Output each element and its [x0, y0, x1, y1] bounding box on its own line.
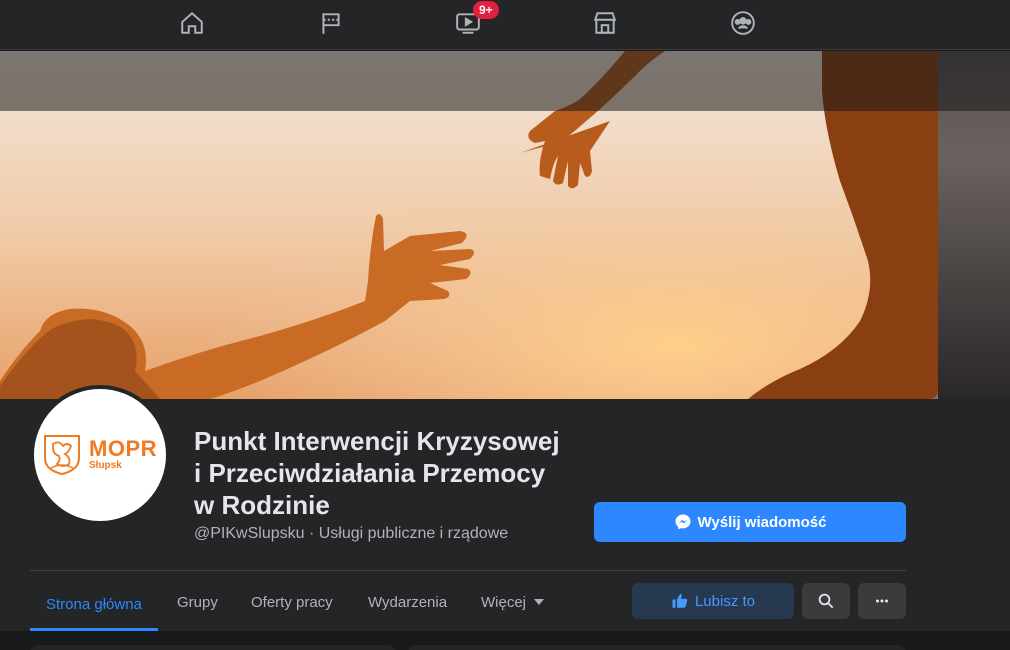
logo-name: MOPR: [89, 436, 157, 461]
more-options-button[interactable]: [858, 583, 906, 619]
page-handle-category: @PIKwSlupsku · Usługi publiczne i rządow…: [194, 525, 509, 542]
search-button[interactable]: [802, 583, 850, 619]
mopr-logo: MOPR Słupsk: [43, 434, 157, 476]
notification-badge: 9+: [473, 1, 499, 19]
like-label: Lubisz to: [694, 592, 756, 610]
search-icon: [818, 593, 834, 609]
like-button[interactable]: Lubisz to: [632, 583, 794, 619]
left-card-edge: [30, 645, 396, 650]
tab-more-label: Więcej: [481, 593, 527, 611]
profile-avatar[interactable]: MOPR Słupsk: [30, 385, 170, 525]
tab-events[interactable]: Wydarzenia: [352, 580, 463, 624]
thumbs-up-icon: [672, 594, 688, 608]
page-title-line-2: i Przeciwdziałania Przemocy: [194, 458, 546, 488]
flag-icon[interactable]: [316, 9, 346, 37]
tab-groups-label: Grupy: [177, 593, 218, 611]
send-message-label: Wyślij wiadomość: [697, 513, 827, 531]
tab-jobs-label: Oferty pracy: [251, 593, 333, 611]
tab-events-label: Wydarzenia: [368, 593, 448, 611]
top-navigation: 9+: [0, 0, 1010, 50]
tabs-divider: [30, 570, 906, 571]
marketplace-icon[interactable]: [590, 9, 620, 37]
tab-more[interactable]: Więcej: [465, 580, 560, 624]
page-title-line-3: w Rodzinie: [194, 490, 330, 520]
groups-icon[interactable]: [728, 9, 758, 37]
tab-jobs[interactable]: Oferty pracy: [235, 580, 349, 624]
right-card-edge: [408, 645, 906, 650]
tab-home-label: Strona główna: [46, 595, 142, 613]
logo-city: Słupsk: [89, 460, 122, 471]
watch-icon[interactable]: 9+: [453, 1, 499, 37]
page-title-line-1: Punkt Interwencji Kryzysowej: [194, 426, 560, 456]
send-message-button[interactable]: Wyślij wiadomość: [594, 502, 906, 542]
tab-groups[interactable]: Grupy: [161, 580, 234, 624]
cover-photo-area: [0, 51, 1010, 399]
home-icon[interactable]: [177, 9, 207, 37]
page-title: Punkt Interwencji Kryzysowej i Przeciwdz…: [194, 425, 594, 521]
more-horizontal-icon: [876, 599, 888, 603]
tab-home[interactable]: Strona główna: [30, 580, 158, 631]
griffin-emblem-icon: [44, 435, 80, 476]
cover-top-shade: [0, 51, 1010, 111]
chevron-down-icon: [534, 599, 545, 605]
messenger-icon: [675, 514, 691, 530]
